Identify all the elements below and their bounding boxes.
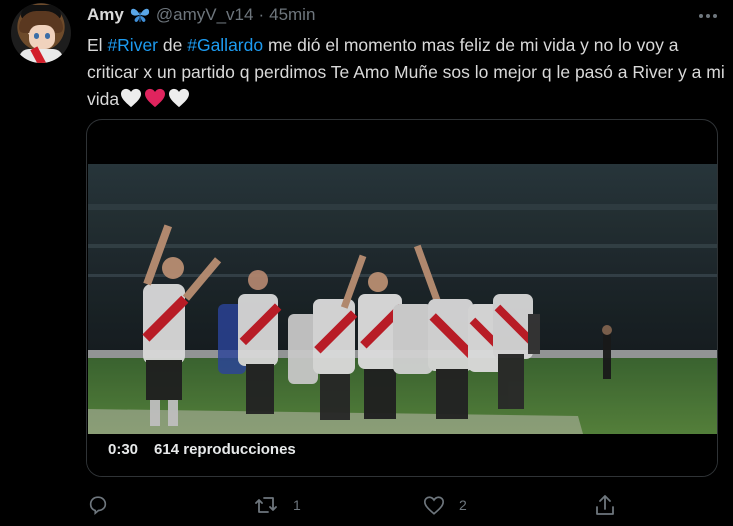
video-player[interactable]: 0:30 614 reproducciones (86, 119, 718, 477)
author-handle[interactable]: @amyV_v14 (156, 5, 254, 25)
emoji-group (120, 88, 190, 108)
white-heart-icon (169, 88, 190, 108)
more-dot (706, 14, 710, 18)
video-frame[interactable] (88, 164, 717, 434)
reply-button[interactable] (87, 490, 123, 520)
reply-icon (89, 496, 107, 516)
avatar-eye (45, 33, 50, 39)
white-heart-icon (121, 88, 142, 108)
tweet-text-segment: El (87, 35, 108, 55)
video-duration: 0:30 (108, 441, 139, 458)
avatar-face (29, 25, 55, 49)
retweet-button[interactable]: 1 (253, 490, 301, 520)
video-views: 614 reproducciones (154, 441, 296, 458)
retweet-icon (255, 497, 277, 513)
separator-dot: · (258, 5, 265, 24)
tweet-text-segment: de (158, 35, 188, 55)
more-dot (713, 14, 717, 18)
red-heart-icon (145, 88, 166, 108)
tweet-actions: 1 2 (87, 490, 687, 520)
butterfly-icon (129, 6, 151, 24)
hashtag-gallardo-link[interactable]: #Gallardo (187, 35, 263, 55)
avatar[interactable] (11, 3, 71, 63)
like-count: 2 (459, 497, 467, 513)
share-button[interactable] (594, 490, 616, 520)
share-icon (596, 495, 614, 515)
author-name[interactable]: Amy (87, 5, 124, 25)
tweet-header: Amy @amyV_v14 · 45min (87, 4, 315, 26)
hashtag-river-link[interactable]: #River (107, 35, 158, 55)
video-info: 0:30 614 reproducciones (108, 441, 296, 458)
more-dot (699, 14, 703, 18)
tweet-text: El #River de #Gallardo me dió el momento… (87, 32, 727, 113)
more-options-icon[interactable] (694, 6, 722, 26)
like-button[interactable]: 2 (423, 490, 467, 520)
tweet-time[interactable]: 45min (269, 5, 315, 25)
retweet-count: 1 (293, 497, 301, 513)
tweet[interactable]: Amy @amyV_v14 · 45min El #River de #Gall… (0, 0, 733, 526)
heart-outline-icon (424, 495, 444, 515)
avatar-eye (34, 33, 39, 39)
